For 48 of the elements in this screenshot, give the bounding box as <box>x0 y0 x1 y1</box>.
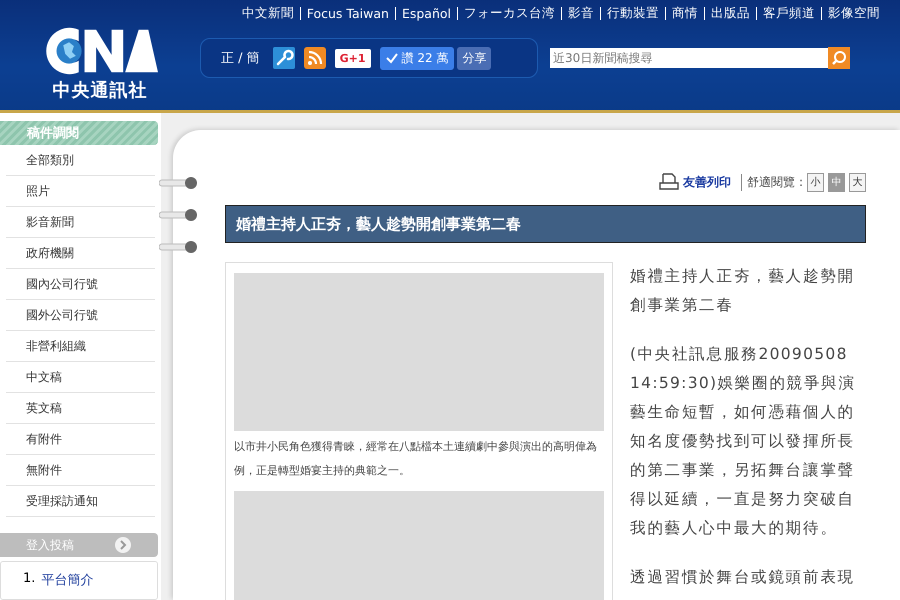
top-nav-link[interactable]: Focus Taiwan <box>300 6 395 21</box>
sidebar-item[interactable]: 國外公司行號 <box>6 300 155 331</box>
sidebar-item[interactable]: 照片 <box>6 176 155 207</box>
top-nav-link[interactable]: 客戶頻道 <box>757 5 821 22</box>
printer-icon <box>659 173 680 191</box>
reading-size-label: 舒適閱覽 : <box>741 174 803 190</box>
like-button[interactable]: 讚 22 萬 <box>380 46 454 70</box>
arrow-circle-icon <box>114 536 132 554</box>
top-nav-link[interactable]: フォーカス台湾 <box>458 5 561 22</box>
binder-ring-icon <box>159 208 199 222</box>
article-title: 婚禮主持人正夯，藝人趁勢開創事業第二春 <box>225 205 866 243</box>
article-paragraph: (中央社訊息服務20090508 14:59:30)娛樂圈的競爭與演藝生命短暫，如何憑藉個人的知名度優勢找到可以發揮所長的第二事業，另拓舞台讓掌聲得以延續，一直是努力突破自我的藝人心中最大的期待。 <box>630 344 857 539</box>
sidebar-item[interactable]: 英文稿 <box>6 393 155 424</box>
sidebar-item[interactable]: 國內公司行號 <box>6 269 155 300</box>
sidebar-item[interactable]: 中文稿 <box>6 362 155 393</box>
sidebar-item[interactable]: 無附件 <box>6 455 155 486</box>
font-size-button[interactable]: 小 <box>807 172 824 192</box>
search-icon <box>831 50 847 66</box>
search-field[interactable]: 近30日新聞稿搜尋 <box>550 48 828 68</box>
rss-icon[interactable] <box>304 47 326 69</box>
sidebar-title: 稿件調閱 <box>27 124 79 142</box>
sidebar-item[interactable]: 影音新聞 <box>6 207 155 238</box>
image-caption: 以市井小民角色獲得青睞，經常在八點檔本土連續劇中參與演出的高明偉為例，正是轉型婚宴主持的典範之一。 <box>234 439 598 479</box>
print-link[interactable]: 友善列印 <box>683 174 732 190</box>
binder-ring-icon <box>159 240 199 254</box>
font-size-button[interactable]: 大 <box>849 172 866 192</box>
sidebar-item[interactable]: 有附件 <box>6 424 155 455</box>
check-icon <box>386 52 398 64</box>
top-nav-link[interactable]: Español <box>396 6 457 21</box>
top-nav-link[interactable]: 商情 <box>666 5 704 22</box>
binder-ring-icon <box>159 176 199 190</box>
sidebar-item[interactable]: 受理採訪通知 <box>6 486 155 517</box>
top-nav-link[interactable]: 中文新聞 <box>236 5 300 22</box>
google-plus-button[interactable]: G+1 <box>334 48 371 68</box>
top-nav-link[interactable]: 影像空間 <box>822 5 886 22</box>
list-number: 1. <box>23 571 36 588</box>
script-switch-link[interactable]: 正 / 簡 <box>221 49 260 67</box>
article-paragraph: 透過習慣於舞台或鏡頭前表現 <box>630 567 856 588</box>
sidebar-item[interactable]: 非營利組織 <box>6 331 155 362</box>
article-paragraph: 婚禮主持人正夯，藝人趁勢開創事業第二春 <box>630 266 856 316</box>
top-nav-link[interactable]: 影音 <box>562 5 600 22</box>
sidebar-item[interactable]: 全部類別 <box>6 145 155 176</box>
sidebar-link[interactable]: 平台簡介 <box>41 571 94 589</box>
top-nav-link[interactable]: 行動裝置 <box>601 5 665 22</box>
top-nav-link[interactable]: 出版品 <box>705 5 756 22</box>
sidebar-item[interactable]: 政府機關 <box>6 238 155 269</box>
logo-text: 中央通訊社 <box>52 79 148 102</box>
share-button[interactable]: 分享 <box>457 46 492 70</box>
